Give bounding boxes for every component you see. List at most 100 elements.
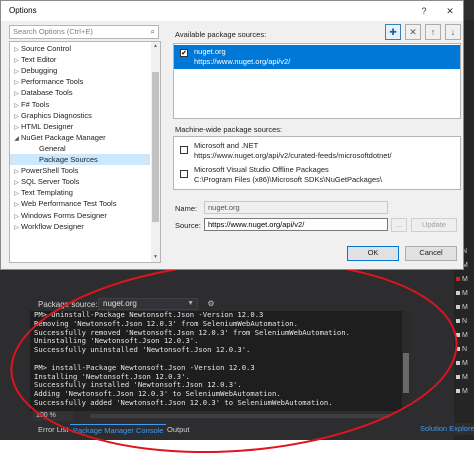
bottom-tab-strip: Error List Package Manager Console Outpu… xyxy=(30,423,474,435)
tab-error-list[interactable]: Error List xyxy=(35,424,71,435)
console-horizontal-scrollbar[interactable]: 100 % xyxy=(30,411,410,421)
tree-scrollbar[interactable]: ▲ ▼ xyxy=(151,42,160,262)
tree-item[interactable]: ▷ Windows Forms Designer xyxy=(10,210,150,221)
scroll-down-icon[interactable]: ▼ xyxy=(151,253,160,262)
available-sources-label: Available package sources: xyxy=(175,30,267,39)
tree-item-label: F# Tools xyxy=(21,99,50,109)
ok-button[interactable]: OK xyxy=(347,246,399,261)
tree-item[interactable]: ▷ Text Editor xyxy=(10,54,150,65)
cancel-button[interactable]: Cancel xyxy=(405,246,457,261)
zoom-level[interactable]: 100 % xyxy=(33,411,73,421)
close-icon[interactable]: ✕ xyxy=(437,1,463,21)
tree-item[interactable]: ◢ NuGet Package Manager xyxy=(10,132,150,143)
settings-gear-icon[interactable]: ⚙ xyxy=(206,299,216,309)
source-field[interactable]: https://www.nuget.org/api/v2/ xyxy=(204,218,388,231)
source-url: https://www.nuget.org/api/v2/curated-fee… xyxy=(194,151,392,160)
scroll-up-icon[interactable]: ▲ xyxy=(151,42,160,51)
source-row-vs-offline[interactable]: Microsoft Visual Studio Offline Packages… xyxy=(174,163,460,187)
tree-item[interactable]: ▷ Web Performance Test Tools xyxy=(10,198,150,209)
tree-item-label: PowerShell Tools xyxy=(21,166,79,176)
scroll-thumb[interactable] xyxy=(152,72,159,222)
source-row-nuget[interactable]: ✔ nuget.org https://www.nuget.org/api/v2… xyxy=(174,45,460,69)
ide-right-row: M xyxy=(456,388,468,399)
expand-arrow-icon[interactable]: ▷ xyxy=(12,56,21,67)
update-button[interactable]: Update xyxy=(411,218,457,232)
tree-item[interactable]: ▷ Performance Tools xyxy=(10,76,150,87)
expand-arrow-icon[interactable]: ▷ xyxy=(12,189,21,200)
tree-item-label: Source Control xyxy=(21,44,72,53)
expand-arrow-icon[interactable]: ▷ xyxy=(12,101,21,112)
move-up-icon[interactable]: ↑ xyxy=(425,24,441,40)
tree-item-label: Database Tools xyxy=(21,88,73,98)
tree-item-label: SQL Server Tools xyxy=(21,177,80,187)
move-down-icon[interactable]: ↓ xyxy=(445,24,461,40)
expand-arrow-icon[interactable]: ▷ xyxy=(12,45,21,56)
tree-item[interactable]: ▷ PowerShell Tools xyxy=(10,165,150,176)
name-field[interactable]: nuget.org xyxy=(204,201,388,214)
tree-item[interactable]: ▷ SQL Server Tools xyxy=(10,176,150,187)
console-vertical-scrollbar[interactable] xyxy=(402,311,410,411)
options-tree[interactable]: ▷ Workflow Designer ▷ Windows Forms Designe… xyxy=(9,41,161,263)
ide-right-row: N xyxy=(456,346,467,357)
tree-item-label: Windows Forms Designer xyxy=(21,210,107,220)
tree-item[interactable]: ▷ Database Tools xyxy=(10,87,150,98)
chevron-down-icon: ▼ xyxy=(187,300,194,307)
add-icon[interactable]: ✚ xyxy=(385,24,401,40)
browse-button[interactable]: ... xyxy=(391,218,407,232)
dialog-title: Options xyxy=(9,6,37,15)
tree-item[interactable]: ▷ Workflow Designer xyxy=(10,221,150,232)
expand-arrow-icon[interactable]: ▷ xyxy=(12,212,21,223)
dialog-titlebar: Options ? ✕ xyxy=(1,1,463,21)
expand-arrow-icon[interactable]: ▷ xyxy=(12,78,21,89)
console-line: Successfully uninstalled 'Newtonsoft.Jso… xyxy=(34,345,251,355)
tree-item[interactable]: General xyxy=(10,143,150,154)
expand-arrow-icon[interactable]: ▷ xyxy=(12,178,21,189)
ide-right-row: M xyxy=(456,332,468,343)
source-checkbox[interactable] xyxy=(180,146,188,154)
machine-wide-sources-label: Machine-wide package sources: xyxy=(175,125,283,134)
tree-item[interactable]: ▷ Debugging xyxy=(10,65,150,76)
ide-right-row: M xyxy=(456,276,468,287)
expand-arrow-icon[interactable]: ◢ xyxy=(12,134,21,145)
search-placeholder: Search Options (Ctrl+E) xyxy=(13,27,93,36)
tree-item[interactable]: Package Sources xyxy=(10,154,150,165)
available-sources-list: ✔ nuget.org https://www.nuget.org/api/v2… xyxy=(173,43,461,119)
ide-right-row: M xyxy=(456,360,468,371)
console-output[interactable]: PM> Uninstall-Package Newtonsoft.Json -V… xyxy=(30,311,410,411)
tab-package-manager-console[interactable]: Package Manager Console xyxy=(70,424,167,435)
tree-item-label: Text Templating xyxy=(21,188,73,198)
help-icon[interactable]: ? xyxy=(411,1,437,21)
expand-arrow-icon[interactable]: ▷ xyxy=(12,112,21,123)
expand-arrow-icon[interactable]: ▷ xyxy=(12,200,21,211)
source-checkbox[interactable] xyxy=(180,170,188,178)
tree-item-label: General xyxy=(39,143,66,153)
expand-arrow-icon[interactable]: ▷ xyxy=(12,67,21,78)
source-url: C:\Program Files (x86)\Microsoft SDKs\Nu… xyxy=(194,175,382,184)
tree-item[interactable]: ▷ Graphics Diagnostics xyxy=(10,110,150,121)
source-row-microsoft-dotnet[interactable]: Microsoft and .NET https://www.nuget.org… xyxy=(174,139,460,163)
remove-icon[interactable]: ✕ xyxy=(405,24,421,40)
ide-right-row: M xyxy=(456,374,468,385)
scroll-thumb[interactable] xyxy=(403,353,409,393)
name-label: Name: xyxy=(175,204,198,213)
tree-item[interactable]: ▷ Text Templating xyxy=(10,187,150,198)
expand-arrow-icon[interactable]: ▷ xyxy=(12,223,21,234)
tree-item-label: Performance Tools xyxy=(21,77,84,87)
tab-solution-explorer[interactable]: Solution Explorer xyxy=(420,424,474,433)
search-input[interactable]: Search Options (Ctrl+E) ⌕ xyxy=(9,25,159,39)
expand-arrow-icon[interactable]: ▷ xyxy=(12,167,21,178)
expand-arrow-icon[interactable]: ▷ xyxy=(12,89,21,100)
tree-item[interactable]: ▷ Source Control xyxy=(10,43,150,54)
source-checkbox[interactable]: ✔ xyxy=(180,49,188,57)
tree-item-label: HTML Designer xyxy=(21,121,74,131)
tree-item-label: Graphics Diagnostics xyxy=(21,110,92,120)
expand-arrow-icon[interactable]: ▷ xyxy=(12,123,21,134)
package-source-dropdown[interactable]: nuget.org ▼ xyxy=(98,298,198,310)
scroll-thumb[interactable] xyxy=(90,414,390,418)
console-line: Successfully added 'Newtonsoft.Json 12.0… xyxy=(34,397,333,407)
source-name: nuget.org xyxy=(194,47,226,56)
tree-item[interactable]: ▷ HTML Designer xyxy=(10,121,150,132)
search-icon[interactable]: ⌕ xyxy=(151,26,155,38)
tree-item[interactable]: ▷ F# Tools xyxy=(10,99,150,110)
tab-output[interactable]: Output xyxy=(164,424,193,435)
